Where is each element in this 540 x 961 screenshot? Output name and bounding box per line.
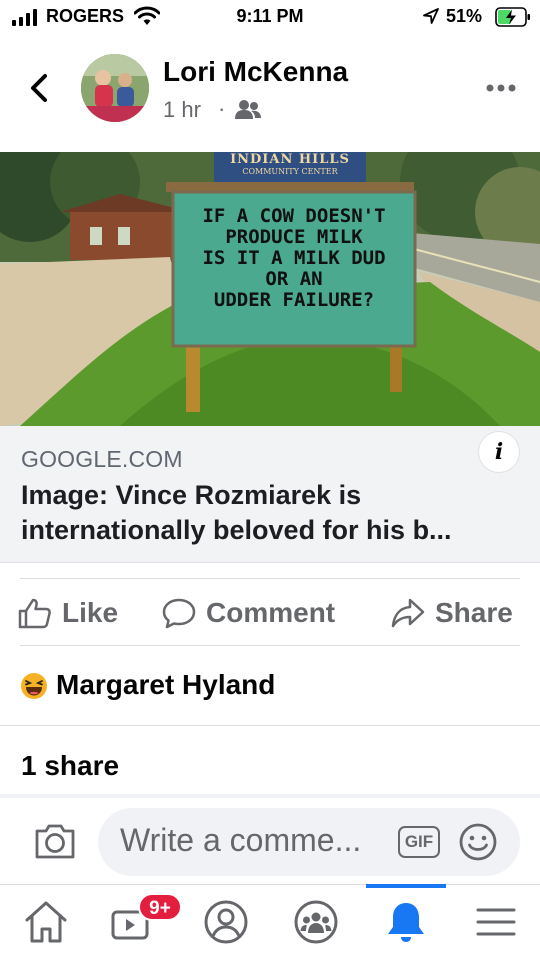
sign-header-text: INDIAN HILLS bbox=[230, 152, 350, 167]
notifications-icon[interactable] bbox=[382, 898, 430, 946]
post-author-name[interactable]: Lori McKenna bbox=[163, 56, 348, 88]
post-time[interactable]: 1 hr bbox=[163, 97, 201, 123]
sign-line: IF A COW DOESN'T bbox=[202, 205, 386, 227]
info-icon[interactable]: i bbox=[479, 432, 519, 472]
sign-line: OR AN bbox=[265, 268, 323, 290]
haha-emoji-icon[interactable] bbox=[20, 672, 48, 700]
avatar-photo bbox=[81, 54, 149, 122]
like-button[interactable]: Like bbox=[18, 596, 118, 630]
comment-button[interactable]: Comment bbox=[162, 596, 335, 630]
home-icon[interactable] bbox=[22, 898, 70, 946]
share-arrow-icon bbox=[391, 598, 425, 628]
sign-line: UDDER FAILURE? bbox=[213, 289, 375, 311]
sign-line: PRODUCE MILK bbox=[225, 226, 363, 248]
divider bbox=[20, 578, 520, 579]
profile-icon[interactable] bbox=[202, 898, 250, 946]
camera-icon[interactable] bbox=[34, 822, 76, 860]
sign-line: IS IT A MILK DUD bbox=[202, 247, 386, 269]
menu-icon[interactable] bbox=[472, 898, 520, 946]
author-avatar[interactable] bbox=[81, 54, 149, 122]
comment-label: Comment bbox=[206, 597, 336, 628]
tab-bar bbox=[0, 884, 540, 961]
meta-separator: · bbox=[218, 96, 226, 121]
link-domain: GOOGLE.COM bbox=[21, 446, 183, 472]
location-arrow-icon bbox=[423, 8, 439, 24]
gif-button[interactable]: GIF bbox=[398, 826, 440, 858]
sign-subheader-text: COMMUNITY CENTER bbox=[242, 167, 338, 176]
reactor-name[interactable]: Margaret Hyland bbox=[56, 669, 275, 701]
active-tab-indicator bbox=[366, 884, 446, 888]
share-label: Share bbox=[435, 597, 513, 628]
like-label: Like bbox=[62, 597, 119, 628]
battery-percent: 51% bbox=[446, 6, 483, 26]
thumbs-up-icon bbox=[18, 598, 51, 629]
link-title[interactable]: Image: Vince Rozmiarek is internationall… bbox=[21, 478, 521, 548]
comment-placeholder[interactable]: Write a comme... bbox=[120, 822, 361, 859]
post-photo[interactable]: INDIAN HILLS COMMUNITY CENTER IF A COW D… bbox=[0, 152, 540, 426]
sign-text: IF A COW DOESN'T PRODUCE MILK IS IT A MI… bbox=[173, 206, 415, 311]
status-bar: ROGERS 9:11 PM 51% bbox=[0, 0, 540, 34]
share-count[interactable]: 1 share bbox=[21, 750, 119, 782]
comment-bubble-icon bbox=[162, 598, 196, 629]
back-chevron-icon[interactable] bbox=[26, 70, 52, 106]
groups-icon[interactable] bbox=[292, 898, 340, 946]
divider bbox=[20, 645, 520, 646]
more-options-icon[interactable] bbox=[486, 82, 516, 94]
friends-icon bbox=[235, 100, 261, 119]
emoji-smile-icon[interactable] bbox=[458, 822, 498, 862]
watch-notification-badge: 9+ bbox=[138, 893, 182, 921]
divider bbox=[0, 725, 540, 726]
battery-charging-icon bbox=[495, 7, 530, 27]
share-button[interactable]: Share bbox=[391, 596, 513, 630]
